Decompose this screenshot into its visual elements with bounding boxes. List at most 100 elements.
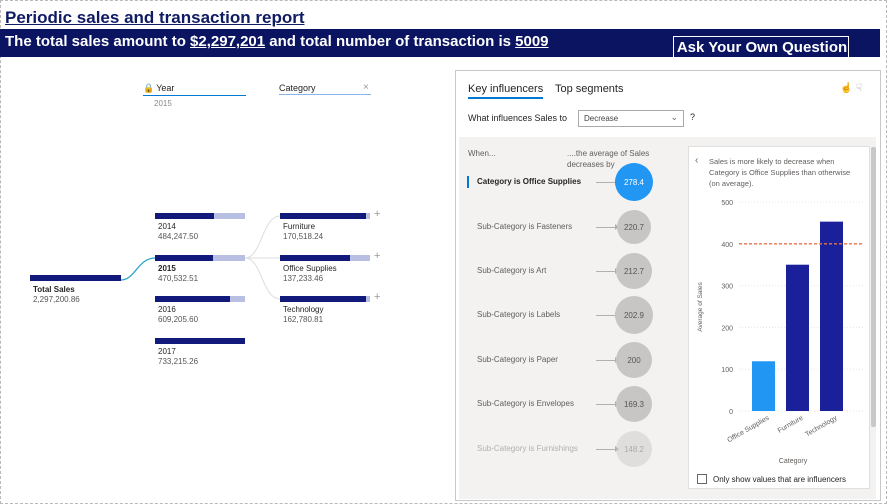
influencer-label: Sub-Category is Envelopes [477,399,574,408]
category-node: Office Supplies 137,233.46 [283,264,337,284]
category-name: Furniture [283,222,316,231]
category-bar[interactable] [280,213,370,219]
y-tick-label: 500 [721,200,733,207]
arrow-icon [596,446,619,452]
tab-top-segments[interactable]: Top segments [555,83,623,95]
x-tick-label: Furniture [777,415,805,435]
category-bar[interactable] [280,296,370,302]
root-bar[interactable] [30,275,121,281]
year-bar-fill [155,296,230,302]
category-name: Technology [283,305,324,314]
key-influencers-panel: Key influencers Top segments ☝ ☟ What in… [455,70,881,501]
influencer-label: Sub-Category is Paper [477,355,558,364]
influencer-row[interactable]: Sub-Category is Art 212.7 [459,253,684,290]
arrow-icon [596,224,619,230]
influence-bubble: 278.4 [615,163,653,201]
year-bar[interactable] [155,213,245,219]
arrow-icon [596,401,619,407]
arrow-icon [596,268,619,274]
influencer-label: Sub-Category is Fasteners [477,222,573,231]
thumbs-down-icon[interactable]: ☟ [856,83,862,94]
influencers-area: When... ....the average of Sales decreas… [459,137,876,499]
influencer-label: Sub-Category is Labels [477,310,561,319]
year-bar[interactable] [155,296,245,302]
influencer-row[interactable]: Sub-Category is Fasteners 220.7 [459,210,684,246]
ask-question-button[interactable]: Ask Your Own Question [673,36,849,58]
year-node: 2016 609,205.60 [158,305,198,325]
y-axis-title: Average of Sales [697,282,704,332]
bar [820,221,843,411]
year-name: 2017 [158,347,176,356]
year-name: 2014 [158,222,176,231]
y-tick-label: 0 [729,409,733,416]
influence-bubble: 148.2 [616,431,652,467]
influencer-detail: ‹ Sales is more likely to decrease when … [688,146,870,489]
influencer-label: Category is Office Supplies [477,177,582,186]
bar [752,361,775,411]
category-value: 170,518.24 [283,232,324,241]
year-name: 2015 [158,264,176,273]
influencer-row[interactable]: Sub-Category is Paper 200 [459,342,684,379]
expand-plus-icon[interactable]: + [374,250,380,262]
category-bar-fill [280,296,366,302]
y-tick-label: 400 [721,242,733,249]
influencer-row[interactable]: Sub-Category is Labels 202.9 [459,296,684,334]
year-bar[interactable] [155,255,245,261]
checkbox-label: Only show values that are influencers [713,474,846,484]
year-bar-fill [155,255,213,261]
direction-dropdown[interactable]: Decrease ⌄ [578,110,684,127]
root-node: Total Sales 2,297,200.86 [33,285,80,305]
influence-bubble: 220.7 [617,210,651,244]
category-value: 137,233.46 [283,274,324,283]
dropdown-value: Decrease [584,114,619,123]
x-axis-title: Category [779,458,808,465]
influence-bubble: 200 [616,342,652,378]
category-bar-fill [280,213,366,219]
year-node: 2017 733,215.26 [158,347,198,367]
arrow-icon [596,357,619,363]
category-bar[interactable] [280,255,370,261]
transaction-count: 5009 [515,33,549,50]
average-sales-chart: 0 100 200 300 400 500 Average of Sales Office S… [697,200,864,465]
year-value: 733,215.26 [158,357,199,366]
x-tick-label: Office Supplies [726,414,771,444]
year-bar-fill [155,338,245,344]
year-bar[interactable] [155,338,245,344]
bar [786,264,809,411]
help-icon[interactable]: ? [690,112,695,122]
arrow-icon [596,179,619,185]
scrollbar[interactable] [871,147,876,427]
root-value: 2,297,200.86 [33,295,80,304]
category-name: Office Supplies [283,264,337,273]
y-tick-label: 200 [721,325,733,332]
category-node: Furniture 170,518.24 [283,222,323,242]
year-name: 2016 [158,305,176,314]
year-bar-fill [155,213,215,219]
category-bar-fill [280,255,351,261]
influencer-row[interactable]: Sub-Category is Furnishings 148.2 [459,431,684,468]
category-node: Technology 162,780.81 [283,305,323,325]
year-value: 484,247.50 [158,232,199,241]
tree-connectors [120,215,281,300]
year-value: 609,205.60 [158,315,199,324]
category-value: 162,780.81 [283,315,324,324]
influence-bubble: 169.3 [616,386,652,422]
influencer-label: Sub-Category is Furnishings [477,444,578,453]
influencer-filter[interactable]: Only show values that are influencers [697,474,846,484]
year-node: 2015 470,532.51 [158,264,198,284]
expand-plus-icon[interactable]: + [374,208,380,220]
influencer-row[interactable]: Category is Office Supplies 278.4 [459,163,684,201]
thumbs-up-icon[interactable]: ☝ [840,83,852,94]
year-value: 470,532.51 [158,274,199,283]
influencer-checkbox[interactable] [697,474,707,484]
influencer-row[interactable]: Sub-Category is Envelopes 169.3 [459,386,684,423]
influence-bubble: 212.7 [616,253,652,289]
root-name: Total Sales [33,285,75,294]
chevron-down-icon: ⌄ [670,112,678,122]
selected-marker [467,176,469,188]
tab-key-influencers[interactable]: Key influencers [468,83,544,99]
expand-plus-icon[interactable]: + [374,291,380,303]
influencer-label: Sub-Category is Art [477,266,547,275]
year-node: 2014 484,247.50 [158,222,198,242]
y-tick-label: 300 [721,284,733,291]
